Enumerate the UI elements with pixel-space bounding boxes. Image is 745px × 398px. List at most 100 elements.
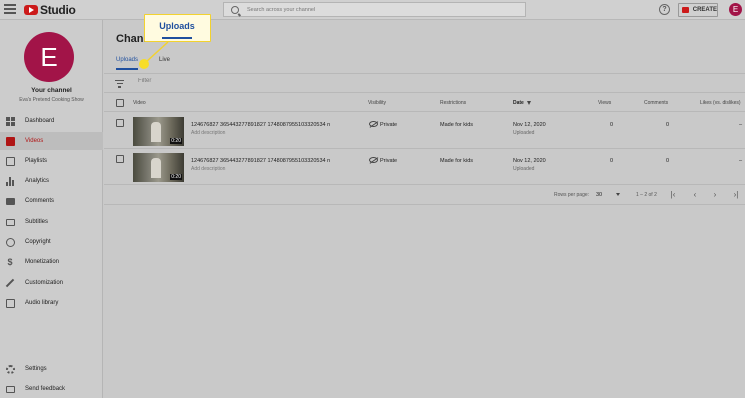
video-duration: 0:20: [170, 138, 182, 144]
sidebar-item-label: Copyright: [25, 239, 51, 245]
callout-underline: [162, 37, 192, 39]
row-checkbox[interactable]: [116, 119, 124, 127]
hamburger-menu-icon[interactable]: [4, 4, 16, 15]
sidebar: E Your channel Eva's Pretend Cooking Sho…: [0, 20, 103, 398]
youtube-play-icon: [24, 5, 38, 15]
create-button[interactable]: CREATE: [678, 3, 718, 17]
comments-value: 0: [666, 122, 670, 128]
previous-page-icon[interactable]: ‹: [690, 190, 700, 199]
analytics-icon: [5, 176, 15, 186]
column-header-restrictions[interactable]: Restrictions: [440, 100, 466, 106]
date-status: Uploaded: [513, 166, 535, 172]
filter-input[interactable]: [138, 78, 338, 84]
page-range: 1 – 2 of 2: [636, 192, 657, 198]
sidebar-item-label: Customization: [25, 280, 64, 286]
customization-icon: [5, 278, 15, 288]
sidebar-item-label: Settings: [25, 366, 47, 372]
video-description[interactable]: Add description: [191, 130, 225, 136]
sidebar-item-label: Analytics: [25, 178, 50, 184]
account-avatar[interactable]: E: [729, 3, 742, 16]
next-page-icon[interactable]: ›: [710, 190, 720, 199]
sidebar-item-subtitles[interactable]: Subtitles: [0, 213, 103, 231]
channel-title: Your channel: [31, 87, 72, 94]
tab-uploads[interactable]: Uploads: [116, 57, 138, 63]
video-thumbnail[interactable]: 0:20: [133, 117, 184, 146]
search-input[interactable]: [247, 6, 507, 13]
last-page-icon[interactable]: ›|: [731, 190, 741, 199]
rows-per-page-label: Rows per page:: [554, 192, 590, 198]
views-value: 0: [610, 122, 614, 128]
top-bar: Studio ? CREATE E: [0, 0, 745, 20]
subtitles-icon: [5, 217, 15, 227]
sidebar-item-playlists[interactable]: Playlists: [0, 152, 103, 170]
sidebar-item-audio-library[interactable]: Audio library: [0, 294, 103, 312]
table-row[interactable]: 0:20 124676827 365443277891827 174808795…: [104, 149, 745, 185]
video-description[interactable]: Add description: [191, 166, 225, 172]
sidebar-item-comments[interactable]: Comments: [0, 192, 103, 210]
sidebar-item-monetization[interactable]: $ Monetization: [0, 253, 103, 271]
restrictions-value: Made for kids: [440, 158, 474, 164]
sidebar-item-customization[interactable]: Customization: [0, 274, 103, 292]
video-camera-icon: [682, 7, 689, 13]
monetization-icon: $: [7, 256, 13, 267]
filter-bar: [104, 73, 745, 93]
playlists-icon: [5, 156, 15, 166]
channel-avatar[interactable]: E: [24, 32, 74, 82]
sidebar-item-copyright[interactable]: Copyright: [0, 233, 103, 251]
rows-per-page-select[interactable]: 30: [596, 190, 624, 199]
visibility-value[interactable]: Private: [380, 122, 397, 128]
uploads-callout: Uploads: [144, 14, 211, 42]
likes-value: –: [739, 122, 743, 128]
select-all-checkbox[interactable]: [116, 99, 124, 107]
eye-off-icon: [369, 121, 378, 127]
chevron-down-icon: [616, 193, 621, 196]
column-header-likes[interactable]: Likes (vs. dislikes): [700, 100, 741, 106]
sidebar-item-label: Subtitles: [25, 219, 49, 225]
sidebar-item-label: Comments: [25, 198, 55, 204]
pagination-bar: Rows per page: 30 1 – 2 of 2 |‹ ‹ › ›|: [104, 185, 745, 205]
sidebar-item-label: Playlists: [25, 158, 48, 164]
video-thumbnail[interactable]: 0:20: [133, 153, 184, 182]
tab-live[interactable]: Live: [159, 57, 170, 63]
likes-value: –: [739, 158, 743, 164]
restrictions-value: Made for kids: [440, 122, 474, 128]
gear-icon: [5, 364, 15, 374]
column-header-comments[interactable]: Comments: [644, 100, 668, 106]
sidebar-item-videos[interactable]: Videos: [0, 132, 103, 150]
sidebar-item-settings[interactable]: Settings: [0, 360, 103, 378]
sidebar-item-label: Audio library: [25, 300, 59, 306]
sidebar-item-dashboard[interactable]: Dashboard: [0, 112, 103, 130]
studio-logo[interactable]: Studio: [24, 3, 76, 17]
callout-label: Uploads: [159, 21, 195, 31]
channel-name: Eva's Pretend Cooking Show: [19, 97, 84, 103]
sidebar-item-label: Send feedback: [25, 386, 66, 392]
visibility-value[interactable]: Private: [380, 158, 397, 164]
create-label: CREATE: [692, 7, 717, 13]
main-content: Channel Uploads Live Video Visibility Re…: [104, 20, 745, 398]
column-header-date-label: Date: [513, 100, 524, 106]
first-page-icon[interactable]: |‹: [668, 190, 678, 199]
audio-library-icon: [5, 298, 15, 308]
active-tab-indicator: [116, 68, 138, 70]
sidebar-item-analytics[interactable]: Analytics: [0, 172, 103, 190]
comments-icon: [5, 196, 15, 206]
video-title[interactable]: 124676827 365443277891827 17480879551033…: [191, 158, 330, 164]
row-checkbox[interactable]: [116, 155, 124, 163]
sidebar-item-label: Dashboard: [25, 118, 55, 124]
video-title[interactable]: 124676827 365443277891827 17480879551033…: [191, 122, 330, 128]
column-header-date[interactable]: Date: [513, 100, 531, 106]
column-header-visibility[interactable]: Visibility: [368, 100, 386, 106]
sidebar-item-send-feedback[interactable]: Send feedback: [0, 380, 103, 398]
help-icon[interactable]: ?: [659, 4, 670, 15]
feedback-icon: [5, 384, 15, 394]
table-row[interactable]: 0:20 124676827 365443277891827 174808795…: [104, 113, 745, 149]
column-header-video: Video: [133, 100, 146, 106]
search-bar[interactable]: [223, 2, 526, 17]
sidebar-item-label: Videos: [25, 138, 44, 144]
date-value: Nov 12, 2020: [513, 122, 546, 128]
filter-icon[interactable]: [115, 80, 124, 90]
copyright-icon: [5, 237, 15, 247]
column-header-views[interactable]: Views: [598, 100, 611, 106]
logo-text: Studio: [40, 3, 76, 17]
search-icon: [231, 5, 239, 14]
